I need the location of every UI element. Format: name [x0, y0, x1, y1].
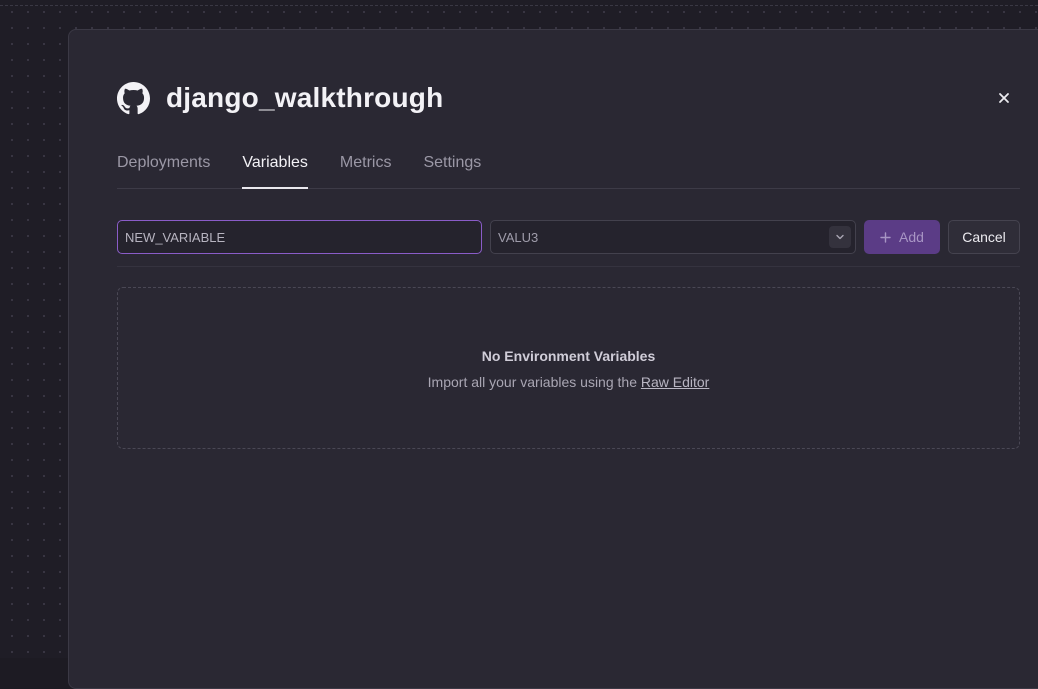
empty-state-subtitle: Import all your variables using the Raw …: [118, 374, 1019, 390]
tab-variables[interactable]: Variables: [242, 150, 308, 189]
value-dropdown-button[interactable]: [829, 226, 851, 248]
variable-name-input[interactable]: [117, 220, 482, 254]
add-button[interactable]: Add: [864, 220, 940, 254]
cancel-button[interactable]: Cancel: [948, 220, 1020, 254]
tab-metrics[interactable]: Metrics: [340, 150, 392, 188]
variable-value-field: [490, 220, 856, 254]
project-title: django_walkthrough: [166, 82, 444, 113]
raw-editor-link[interactable]: Raw Editor: [641, 374, 709, 390]
empty-state: No Environment Variables Import all your…: [117, 287, 1020, 449]
empty-state-text: Import all your variables using the: [427, 374, 637, 390]
tab-deployments[interactable]: Deployments: [117, 150, 210, 188]
empty-state-title: No Environment Variables: [481, 348, 656, 364]
form-divider: [117, 266, 1020, 267]
tab-bar: Deployments Variables Metrics Settings: [117, 150, 1020, 189]
plus-icon: [880, 231, 891, 243]
top-divider: [0, 5, 1038, 6]
modal-header: django_walkthrough: [117, 80, 443, 116]
new-variable-form: Add Cancel: [117, 220, 1020, 254]
variable-value-input[interactable]: [491, 221, 821, 253]
close-icon: [999, 93, 1009, 103]
project-modal: django_walkthrough Deployments Variables…: [68, 29, 1038, 689]
tab-settings[interactable]: Settings: [423, 150, 481, 188]
chevron-down-icon: [836, 234, 844, 240]
add-button-label: Add: [899, 229, 924, 245]
github-icon: [117, 81, 150, 115]
close-button[interactable]: [994, 88, 1014, 108]
